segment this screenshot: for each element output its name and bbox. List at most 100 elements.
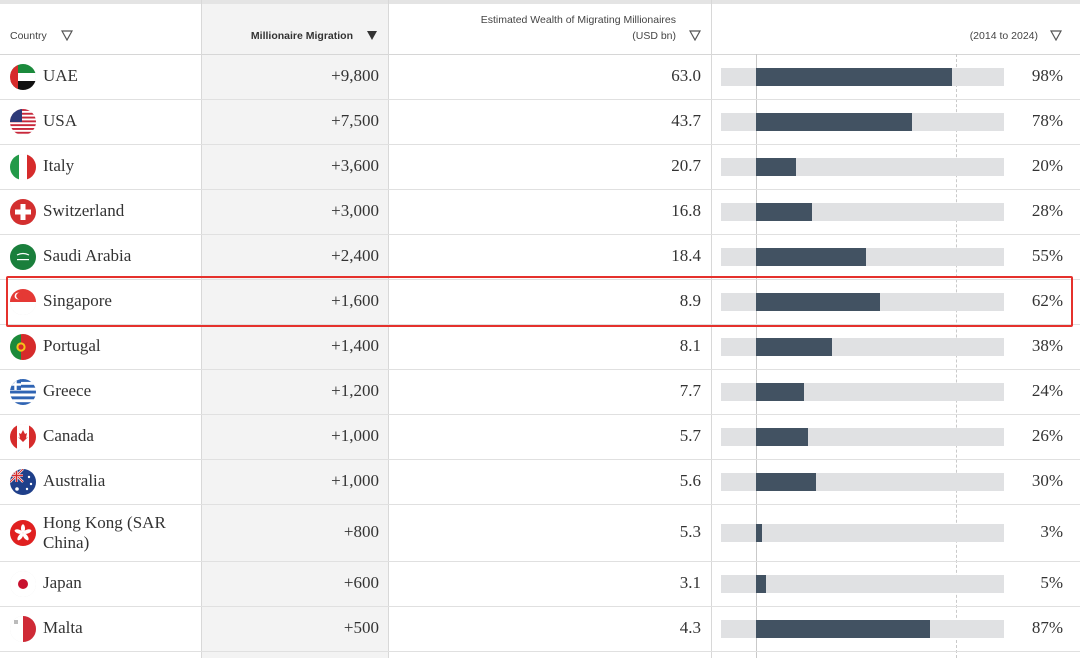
header-wealth[interactable]: Estimated Wealth of Migrating Millionair… <box>388 4 711 54</box>
flag-icon-greece <box>10 378 36 405</box>
growth-bar <box>756 202 812 221</box>
migration-value: +9,800 <box>331 65 379 85</box>
table-row[interactable]: Australia +1,000 5.6 30% <box>0 459 1080 505</box>
sort-descending-icon[interactable] <box>366 30 378 41</box>
flag-icon-malta <box>10 615 36 642</box>
country-name: Canada <box>43 425 94 445</box>
growth-label: 78% <box>1031 110 1063 130</box>
wealth-value: 7.7 <box>679 380 701 400</box>
growth-label: 5% <box>1040 572 1063 592</box>
filter-icon[interactable] <box>61 30 73 41</box>
header-growth-label: (2014 to 2024) <box>969 30 1038 42</box>
filter-icon[interactable] <box>689 30 701 41</box>
growth-bar-track <box>721 337 1004 356</box>
growth-bar-track <box>721 523 1004 542</box>
header-growth[interactable]: (2014 to 2024) <box>711 4 1080 54</box>
table-row[interactable]: USA +7,500 43.7 78% <box>0 99 1080 145</box>
country-name: Portugal <box>43 335 101 355</box>
wealth-value: 8.1 <box>679 335 701 355</box>
wealth-value: 43.7 <box>671 110 701 130</box>
wealth-value: 5.7 <box>679 425 701 445</box>
flag-icon-japan <box>10 570 36 597</box>
header-country[interactable]: Country <box>10 4 190 54</box>
country-name: Hong Kong (SAR China) <box>43 512 166 552</box>
migration-value: +800 <box>343 521 379 541</box>
table-row[interactable]: Switzerland +3,000 16.8 28% <box>0 189 1080 235</box>
table-row[interactable]: Saudi Arabia +2,400 18.4 55% <box>0 234 1080 280</box>
wealth-value: 5.6 <box>679 470 701 490</box>
growth-bar-track <box>721 67 1004 86</box>
growth-label: 3% <box>1040 521 1063 541</box>
growth-bar-track <box>721 202 1004 221</box>
table-row[interactable]: UAE +9,800 63.0 98% <box>0 54 1080 100</box>
flag-icon-hongkong <box>10 519 36 546</box>
country-name: Japan <box>43 572 82 592</box>
table-header: Country Millionaire Migration Estimated … <box>0 4 1080 55</box>
migration-value: +3,000 <box>331 200 379 220</box>
migration-value: +1,400 <box>331 335 379 355</box>
growth-bar <box>756 382 804 401</box>
header-migration[interactable]: Millionaire Migration <box>201 4 388 54</box>
growth-bar <box>756 427 808 446</box>
flag-icon-uae <box>10 63 36 90</box>
flag-icon-switzerland <box>10 198 36 225</box>
wealth-value: 16.8 <box>671 200 701 220</box>
growth-bar-track <box>721 619 1004 638</box>
wealth-value: 18.4 <box>671 245 701 265</box>
country-name: USA <box>43 110 78 130</box>
table-row[interactable]: Japan +600 3.1 5% <box>0 561 1080 607</box>
growth-label: 98% <box>1031 65 1063 85</box>
country-name: Saudi Arabia <box>43 245 132 265</box>
table-row[interactable]: Portugal +1,400 8.1 38% <box>0 324 1080 370</box>
country-name: Greece <box>43 380 92 400</box>
growth-bar <box>756 67 952 86</box>
flag-icon-saudi <box>10 243 36 270</box>
filter-icon[interactable] <box>1050 30 1062 41</box>
country-name: Malta <box>43 617 83 637</box>
growth-bar-track <box>721 427 1004 446</box>
migration-value: +3,600 <box>331 155 379 175</box>
table-row[interactable]: Malta +500 4.3 87% <box>0 606 1080 652</box>
migration-value: +7,500 <box>331 110 379 130</box>
growth-label: 20% <box>1031 155 1063 175</box>
growth-bar <box>756 472 816 491</box>
header-wealth-label-line1: Estimated Wealth of Migrating Millionair… <box>480 14 676 26</box>
country-name: Australia <box>43 470 106 490</box>
migration-value: +500 <box>343 617 379 637</box>
table-row[interactable]: Italy +3,600 20.7 20% <box>0 144 1080 190</box>
wealth-value: 20.7 <box>671 155 701 175</box>
table-row[interactable]: Canada +1,000 5.7 26% <box>0 414 1080 460</box>
growth-label: 26% <box>1031 425 1063 445</box>
migration-value: +1,000 <box>331 470 379 490</box>
country-name: Switzerland <box>43 200 125 220</box>
table-row[interactable]: Hong Kong (SAR China) +800 5.3 3% <box>0 504 1080 562</box>
wealth-value: 5.3 <box>679 521 701 541</box>
millionaire-migration-table: Country Millionaire Migration Estimated … <box>0 0 1080 658</box>
wealth-value: 4.3 <box>679 617 701 637</box>
header-migration-label: Millionaire Migration <box>250 30 353 42</box>
growth-bar <box>756 247 866 266</box>
wealth-value: 63.0 <box>671 65 701 85</box>
growth-bar-track <box>721 112 1004 131</box>
flag-icon-canada <box>10 423 36 450</box>
growth-label: 30% <box>1031 470 1063 490</box>
growth-label: 24% <box>1031 380 1063 400</box>
flag-icon-australia <box>10 468 36 495</box>
growth-bar <box>756 523 762 542</box>
table-row[interactable]: Greece +1,200 7.7 24% <box>0 369 1080 415</box>
migration-value: +2,400 <box>331 245 379 265</box>
growth-bar <box>756 112 912 131</box>
flag-icon-italy <box>10 153 36 180</box>
flag-icon-portugal <box>10 333 36 360</box>
header-wealth-label-line2: (USD bn) <box>632 30 676 42</box>
migration-value: +600 <box>343 572 379 592</box>
wealth-value: 3.1 <box>679 572 701 592</box>
growth-bar-track <box>721 247 1004 266</box>
growth-label: 28% <box>1031 200 1063 220</box>
country-name: Italy <box>43 155 75 175</box>
highlight-box-singapore <box>6 276 1073 327</box>
growth-bar-track <box>721 472 1004 491</box>
growth-bar-track <box>721 574 1004 593</box>
growth-bar <box>756 619 930 638</box>
growth-bar-track <box>721 382 1004 401</box>
